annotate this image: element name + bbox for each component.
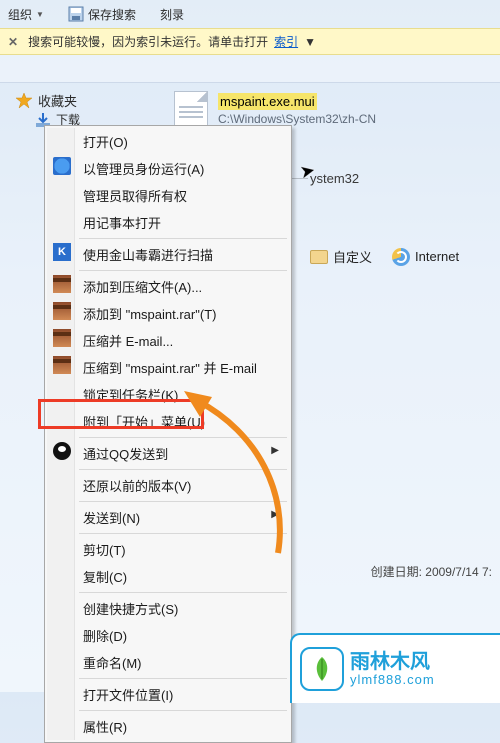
leaf-icon	[300, 647, 344, 691]
antivirus-icon: K	[53, 243, 71, 261]
favorites-label: 收藏夹	[38, 91, 77, 110]
index-link[interactable]: 索引	[274, 33, 298, 50]
menu-pin-start[interactable]: 附到「开始」菜单(U)	[47, 408, 289, 435]
created-date: 创建日期: 2009/7/14 7:	[371, 563, 492, 580]
favorites-node[interactable]: 收藏夹	[16, 91, 77, 110]
watermark-logo: 雨林木风 ylmf888.com	[290, 633, 500, 703]
menu-open[interactable]: 打开(O)	[47, 128, 289, 155]
chevron-down-icon: ▼	[36, 10, 44, 19]
rar-icon	[53, 302, 71, 320]
shield-icon	[53, 157, 71, 175]
customize-item[interactable]: 自定义	[310, 247, 372, 266]
rar-icon	[53, 356, 71, 374]
menu-admin-take-ownership[interactable]: 管理员取得所有权	[47, 182, 289, 209]
menu-delete[interactable]: 删除(D)	[47, 622, 289, 649]
menu-rename[interactable]: 重命名(M)	[47, 649, 289, 676]
menu-open-location[interactable]: 打开文件位置(I)	[47, 681, 289, 708]
menu-add-to-rar[interactable]: 添加到 "mspaint.rar"(T)	[47, 300, 289, 327]
internet-label: Internet	[415, 249, 459, 264]
index-warning-text: 搜索可能较慢，因为索引未运行。请单击打开	[28, 33, 268, 50]
index-warning-strip: ✕ 搜索可能较慢，因为索引未运行。请单击打开 索引 ▼	[0, 28, 500, 55]
chevron-down-icon[interactable]: ▼	[304, 35, 316, 49]
menu-add-to-archive[interactable]: 添加到压缩文件(A)...	[47, 273, 289, 300]
customize-label: 自定义	[333, 247, 372, 266]
menu-run-as-admin[interactable]: 以管理员身份运行(A)	[47, 155, 289, 182]
search-result-file[interactable]: mspaint.exe.mui C:\Windows\System32\zh-C…	[218, 93, 376, 126]
menu-send-to[interactable]: 发送到(N) ▶	[47, 504, 289, 531]
menu-send-via-qq[interactable]: 通过QQ发送到 ▶	[47, 440, 289, 467]
menu-restore-previous[interactable]: 还原以前的版本(V)	[47, 472, 289, 499]
close-icon[interactable]: ✕	[8, 35, 18, 49]
menu-cut[interactable]: 剪切(T)	[47, 536, 289, 563]
menu-create-shortcut[interactable]: 创建快捷方式(S)	[47, 595, 289, 622]
save-search-button[interactable]: 保存搜索	[68, 6, 136, 23]
rar-icon	[53, 329, 71, 347]
file-path: C:\Windows\System32\zh-CN	[218, 112, 376, 126]
file-name: mspaint.exe.mui	[218, 93, 317, 110]
menu-copy[interactable]: 复制(C)	[47, 563, 289, 590]
save-search-label: 保存搜索	[88, 6, 136, 23]
ie-icon	[392, 248, 410, 266]
breadcrumb-fragment[interactable]: ystem32	[310, 171, 359, 186]
menu-scan-jinshan[interactable]: K 使用金山毒霸进行扫描	[47, 241, 289, 268]
menu-pin-taskbar[interactable]: 锁定到任务栏(K)	[47, 381, 289, 408]
save-search-icon	[68, 6, 84, 22]
submenu-arrow-icon: ▶	[271, 509, 279, 520]
context-menu: 打开(O) 以管理员身份运行(A) 管理员取得所有权 用记事本打开 K 使用金山…	[44, 125, 292, 743]
organize-label: 组织	[8, 6, 32, 23]
cursor-icon: ➤	[298, 160, 317, 184]
watermark-cn: 雨林木风	[350, 652, 435, 672]
star-icon	[16, 93, 32, 109]
rar-icon	[53, 275, 71, 293]
menu-open-with-notepad[interactable]: 用记事本打开	[47, 209, 289, 236]
organize-menu[interactable]: 组织 ▼	[8, 6, 44, 23]
internet-item[interactable]: Internet	[392, 248, 459, 266]
menu-properties[interactable]: 属性(R)	[47, 713, 289, 740]
folder-icon	[310, 250, 328, 264]
menu-compress-rar-email[interactable]: 压缩到 "mspaint.rar" 并 E-mail	[47, 354, 289, 381]
submenu-arrow-icon: ▶	[271, 445, 279, 456]
burn-button[interactable]: 刻录	[160, 6, 184, 23]
menu-compress-email[interactable]: 压缩并 E-mail...	[47, 327, 289, 354]
qq-icon	[53, 442, 71, 460]
watermark-en: ylmf888.com	[350, 672, 435, 687]
burn-label: 刻录	[160, 6, 184, 23]
